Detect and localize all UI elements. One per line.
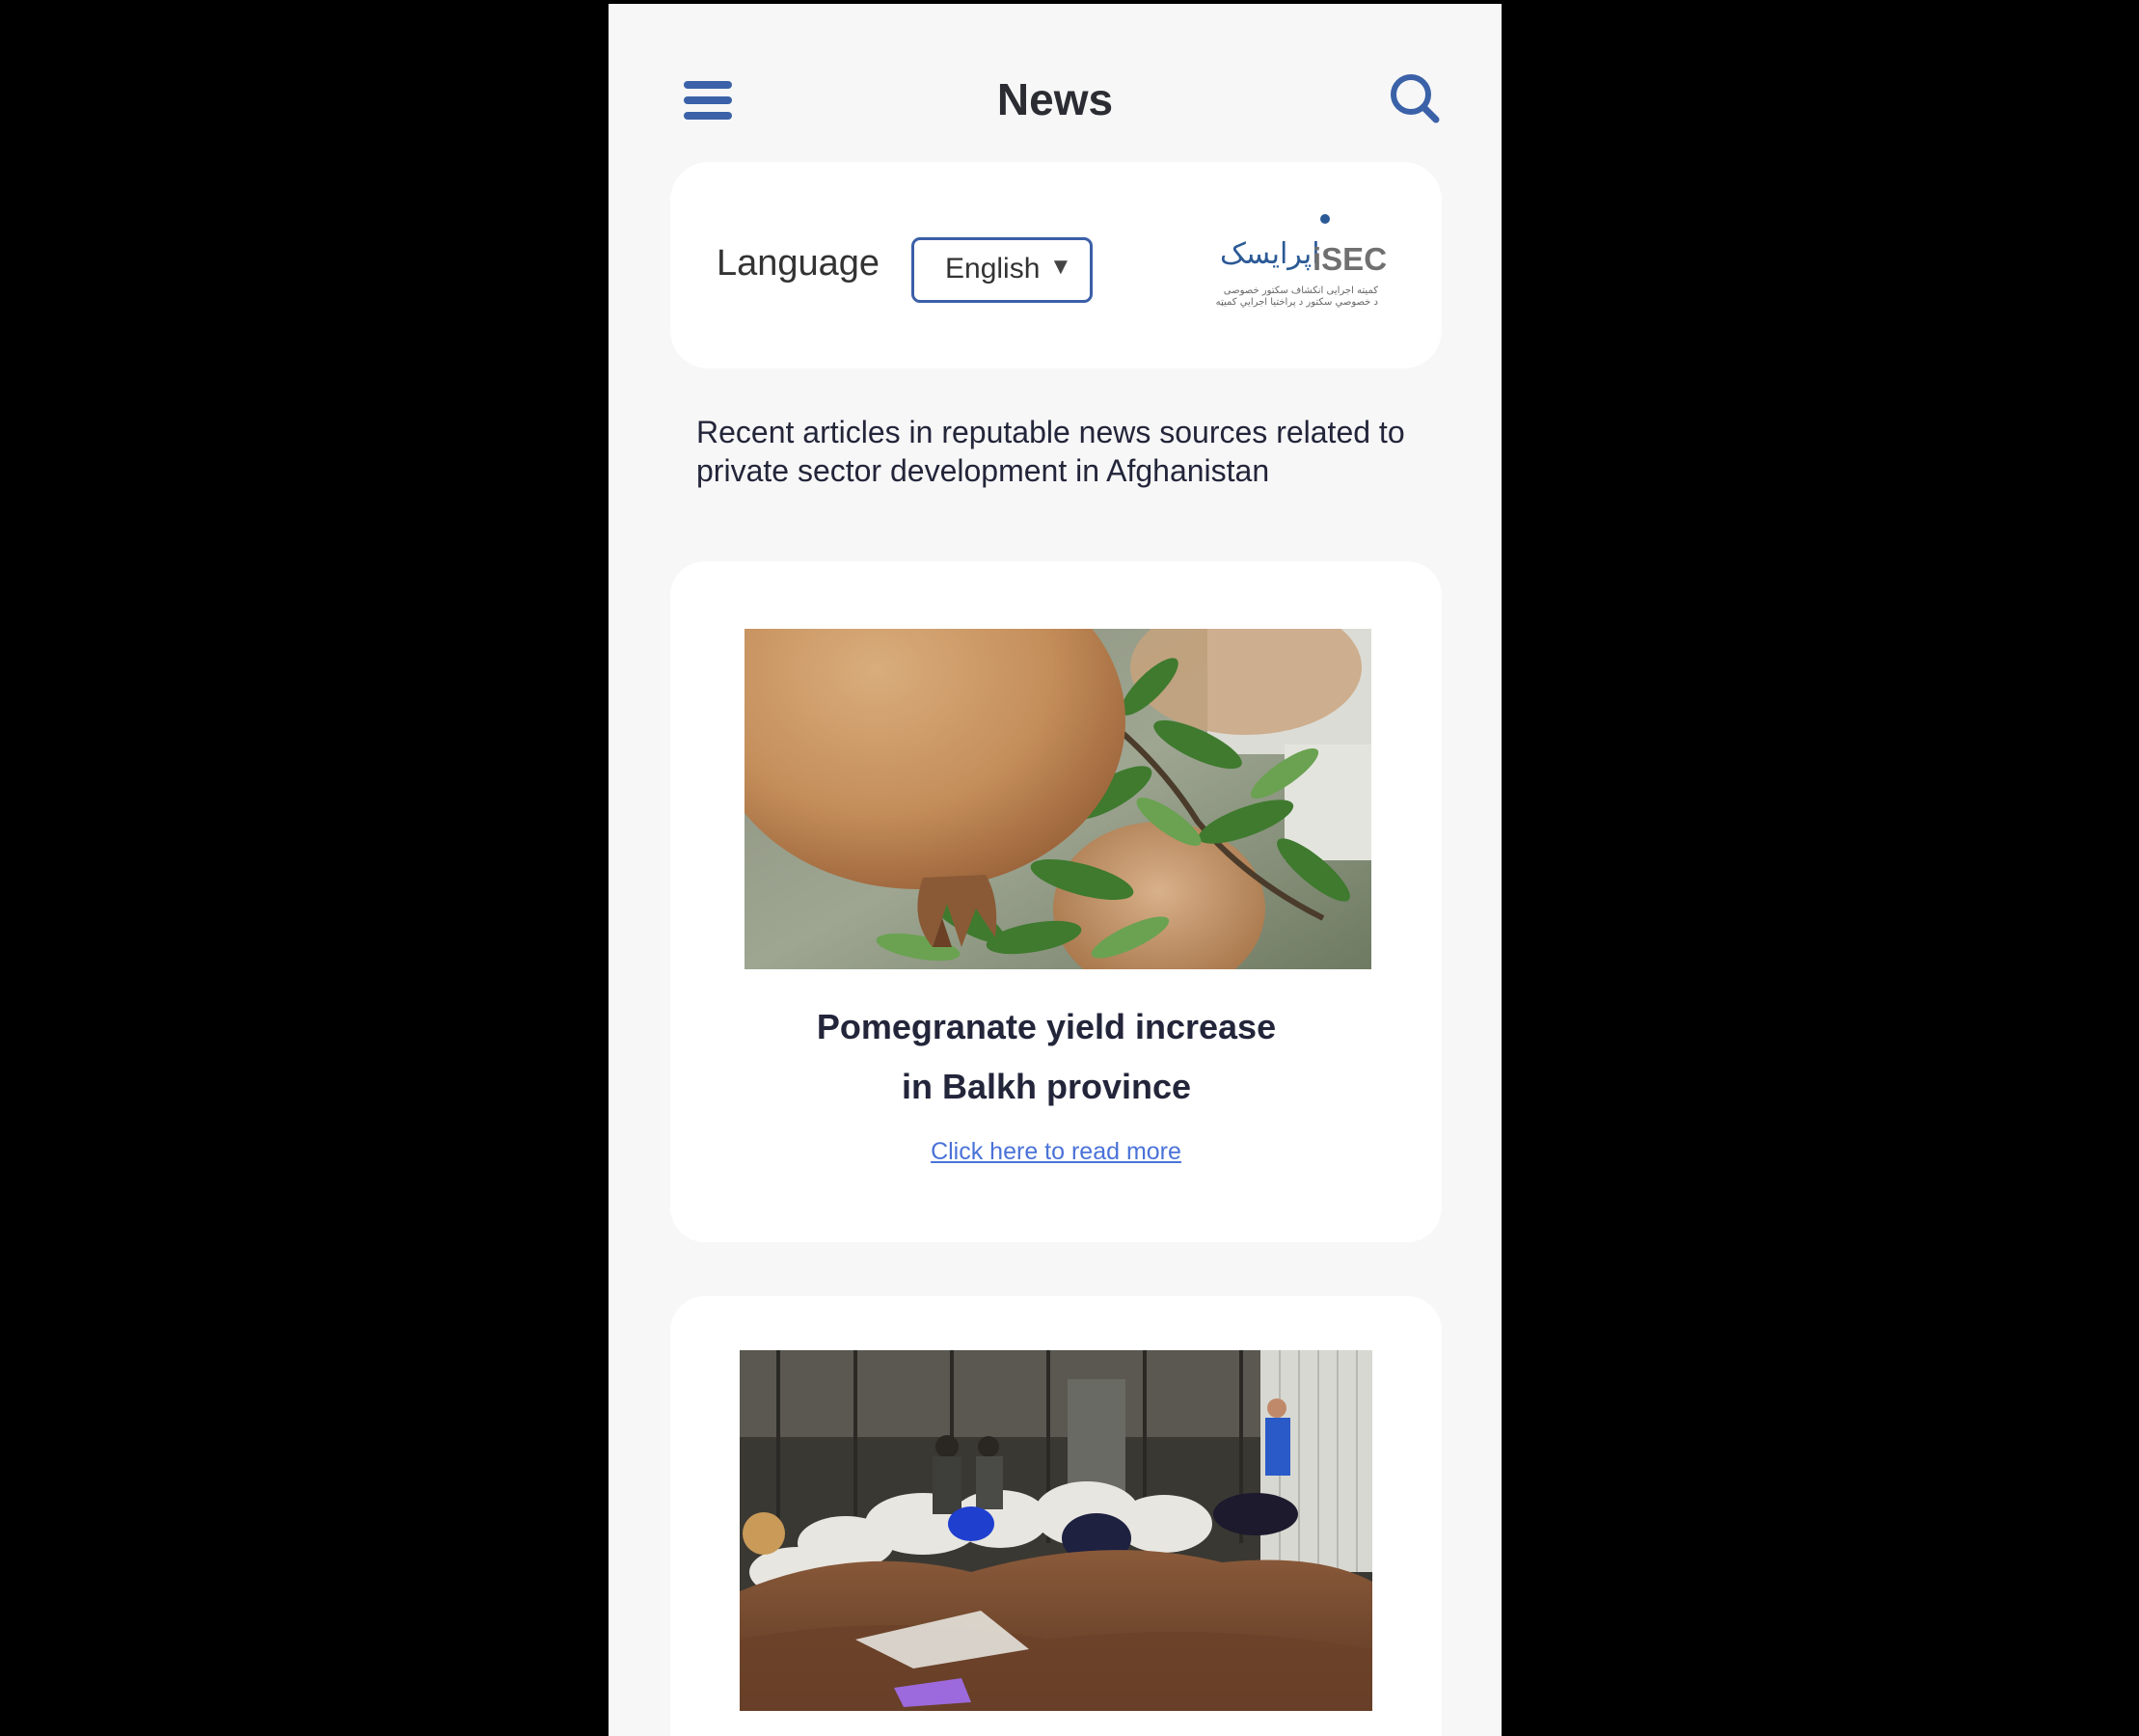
- apricec-logo: اپرایسک iSEC کمیته اجرایی انکشاف سکتور خ…: [1199, 204, 1392, 311]
- article-image-pomegranate[interactable]: [745, 629, 1371, 969]
- search-icon[interactable]: [1388, 71, 1442, 125]
- phone-screen: News Language English ▼ اپرایسک iSEC کمی…: [609, 4, 1502, 1736]
- page-title: News: [996, 74, 1114, 124]
- logo-dot: [1320, 214, 1330, 224]
- intro-text: Recent articles in reputable news source…: [696, 415, 1405, 488]
- article-image-warehouse[interactable]: [740, 1350, 1372, 1711]
- language-card: Language English ▼ اپرایسک iSEC کمیته اج…: [670, 162, 1442, 368]
- article-card: [670, 1296, 1442, 1736]
- triangle-down-icon: ▼: [1049, 254, 1072, 280]
- language-dropdown-value: English: [945, 253, 1041, 285]
- logo-persian-text: اپرایسک: [1220, 237, 1320, 271]
- top-app-bar: News: [609, 4, 1502, 168]
- article-card: Pomegranate yield increase in Balkh prov…: [670, 561, 1442, 1242]
- read-more-link[interactable]: Click here to read more: [670, 1138, 1442, 1166]
- language-dropdown[interactable]: English ▼: [911, 237, 1093, 303]
- logo-tagline-dari: کمیته اجرایی انکشاف سکتور خصوصی: [1223, 285, 1378, 296]
- logo-tagline-pashto: د خصوصي سکتور د پراختیا اجرایي کمیټه: [1215, 297, 1378, 308]
- language-label: Language: [717, 243, 880, 284]
- article-title[interactable]: Pomegranate yield increase in Balkh prov…: [747, 997, 1345, 1117]
- logo-english-text: iSEC: [1313, 241, 1388, 277]
